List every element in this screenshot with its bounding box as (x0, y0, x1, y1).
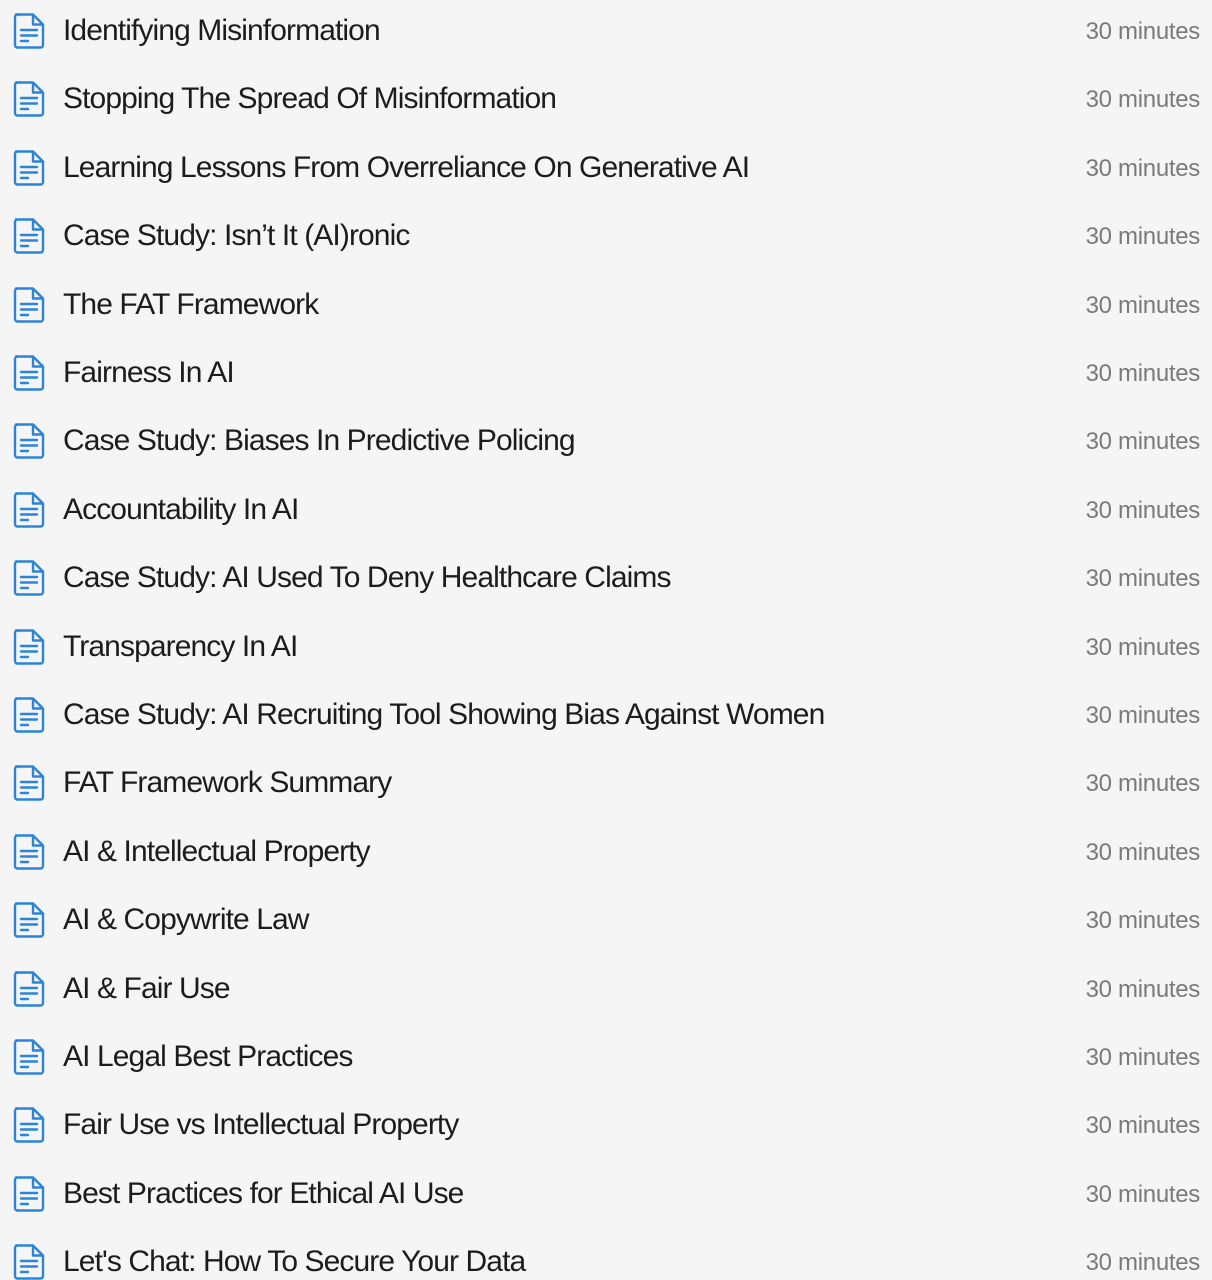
lesson-title[interactable]: Fairness In AI (63, 356, 235, 390)
lesson-row[interactable]: Case Study: AI Used To Deny Healthcare C… (0, 548, 1212, 608)
lesson-row[interactable]: Identifying Misinformation 30 minutes (0, 1, 1212, 61)
lesson-row[interactable]: Transparency In AI 30 minutes (0, 617, 1212, 677)
lesson-row[interactable]: Stopping The Spread Of Misinformation 30… (0, 69, 1212, 129)
lesson-title[interactable]: AI Legal Best Practices (63, 1040, 353, 1074)
document-icon (11, 286, 47, 324)
document-icon (11, 1243, 47, 1280)
document-icon (11, 12, 47, 50)
lesson-duration: 30 minutes (1085, 1249, 1201, 1277)
lesson-row[interactable]: Learning Lessons From Overreliance On Ge… (0, 138, 1212, 198)
lesson-title[interactable]: The FAT Framework (63, 288, 319, 322)
document-icon (11, 1038, 47, 1076)
document-icon (11, 422, 47, 460)
lesson-row[interactable]: Best Practices for Ethical AI Use 30 min… (0, 1164, 1212, 1224)
lesson-title[interactable]: Best Practices for Ethical AI Use (63, 1177, 464, 1211)
document-icon (11, 149, 47, 187)
document-icon (11, 217, 47, 255)
document-icon (11, 1106, 47, 1144)
lesson-row[interactable]: AI & Copywrite Law 30 minutes (0, 890, 1212, 950)
lesson-duration: 30 minutes (1085, 496, 1201, 524)
lesson-title[interactable]: Case Study: Isn’t It (AI)ronic (63, 219, 410, 253)
document-icon (11, 559, 47, 597)
lesson-duration: 30 minutes (1085, 975, 1201, 1003)
lesson-duration: 30 minutes (1085, 291, 1201, 319)
lesson-title[interactable]: AI & Copywrite Law (63, 903, 309, 937)
document-icon (11, 833, 47, 871)
lesson-duration: 30 minutes (1085, 1180, 1201, 1208)
lesson-duration: 30 minutes (1085, 360, 1201, 387)
lesson-title[interactable]: Transparency In AI (63, 630, 298, 664)
lesson-duration: 30 minutes (1085, 154, 1201, 182)
lesson-duration: 30 minutes (1085, 428, 1201, 456)
document-icon (11, 628, 47, 666)
lesson-duration: 30 minutes (1085, 907, 1201, 935)
lesson-row[interactable]: AI Legal Best Practices 30 minutes (0, 1027, 1212, 1087)
lesson-row[interactable]: Let's Chat: How To Secure Your Data 30 m… (0, 1232, 1212, 1280)
lesson-title[interactable]: AI & Fair Use (63, 972, 231, 1006)
lesson-duration: 30 minutes (1085, 18, 1201, 45)
lesson-list: Identifying Misinformation 30 minutes St… (0, 0, 1212, 1280)
lesson-duration: 30 minutes (1085, 1044, 1201, 1071)
lesson-title[interactable]: Case Study: AI Used To Deny Healthcare C… (63, 561, 671, 595)
document-icon (11, 970, 47, 1008)
lesson-title[interactable]: Stopping The Spread Of Misinformation (63, 82, 557, 116)
lesson-duration: 30 minutes (1085, 838, 1201, 866)
lesson-row[interactable]: AI & Fair Use 30 minutes (0, 959, 1212, 1019)
document-icon (11, 901, 47, 939)
lesson-duration: 30 minutes (1085, 86, 1201, 114)
lesson-row[interactable]: Case Study: AI Recruiting Tool Showing B… (0, 685, 1212, 745)
lesson-row[interactable]: Case Study: Isn’t It (AI)ronic 30 minute… (0, 206, 1212, 266)
document-icon (11, 354, 47, 392)
lesson-title[interactable]: Accountability In AI (63, 493, 299, 527)
lesson-row[interactable]: Fairness In AI 30 minutes (0, 343, 1212, 403)
document-icon (11, 764, 47, 802)
lesson-row[interactable]: The FAT Framework 30 minutes (0, 275, 1212, 335)
lesson-title[interactable]: Case Study: Biases In Predictive Policin… (63, 424, 576, 458)
lesson-title[interactable]: FAT Framework Summary (63, 766, 392, 800)
document-icon (11, 1175, 47, 1213)
lesson-title[interactable]: AI & Intellectual Property (63, 835, 371, 869)
lesson-duration: 30 minutes (1085, 702, 1201, 729)
lesson-duration: 30 minutes (1085, 770, 1201, 798)
lesson-row[interactable]: FAT Framework Summary 30 minutes (0, 753, 1212, 813)
lesson-row[interactable]: Fair Use vs Intellectual Property 30 min… (0, 1095, 1212, 1155)
lesson-title[interactable]: Identifying Misinformation (63, 14, 381, 48)
lesson-row[interactable]: Accountability In AI 30 minutes (0, 480, 1212, 540)
lesson-duration: 30 minutes (1085, 223, 1201, 251)
document-icon (11, 491, 47, 529)
lesson-row[interactable]: AI & Intellectual Property 30 minutes (0, 822, 1212, 882)
lesson-duration: 30 minutes (1085, 1112, 1201, 1140)
lesson-duration: 30 minutes (1085, 565, 1201, 593)
document-icon (11, 80, 47, 118)
document-icon (11, 696, 47, 734)
lesson-title[interactable]: Fair Use vs Intellectual Property (63, 1108, 459, 1142)
lesson-duration: 30 minutes (1085, 633, 1201, 661)
lesson-title[interactable]: Let's Chat: How To Secure Your Data (63, 1245, 526, 1279)
lesson-title[interactable]: Learning Lessons From Overreliance On Ge… (63, 151, 750, 185)
lesson-title[interactable]: Case Study: AI Recruiting Tool Showing B… (63, 698, 825, 732)
lesson-row[interactable]: Case Study: Biases In Predictive Policin… (0, 411, 1212, 471)
